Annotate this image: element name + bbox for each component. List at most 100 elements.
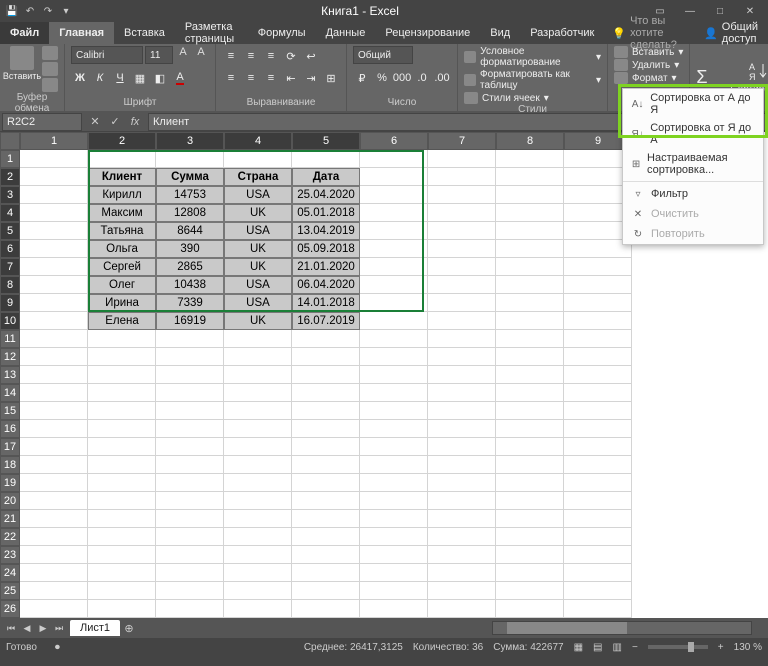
- cell[interactable]: [156, 420, 224, 438]
- cell[interactable]: [496, 294, 564, 312]
- cell[interactable]: 7339: [156, 294, 224, 312]
- cell[interactable]: [564, 384, 632, 402]
- cell[interactable]: [20, 204, 88, 222]
- cell[interactable]: [360, 312, 428, 330]
- cell[interactable]: USA: [224, 276, 292, 294]
- row-header[interactable]: 2: [0, 168, 20, 186]
- cell[interactable]: [428, 564, 496, 582]
- cell[interactable]: [20, 600, 88, 618]
- cell[interactable]: 13.04.2019: [292, 222, 360, 240]
- align-middle-icon[interactable]: ≡: [242, 48, 260, 64]
- underline-button[interactable]: Ч: [111, 70, 129, 86]
- cell[interactable]: [292, 402, 360, 420]
- cell[interactable]: [156, 546, 224, 564]
- cell[interactable]: [496, 204, 564, 222]
- cell[interactable]: [360, 294, 428, 312]
- cell[interactable]: [564, 492, 632, 510]
- cell[interactable]: [88, 582, 156, 600]
- row-header[interactable]: 11: [0, 330, 20, 348]
- cell[interactable]: 390: [156, 240, 224, 258]
- cell[interactable]: [360, 168, 428, 186]
- cell[interactable]: [496, 456, 564, 474]
- cell[interactable]: [20, 438, 88, 456]
- tab-page-layout[interactable]: Разметка страницы: [175, 22, 248, 44]
- zoom-level[interactable]: 130 %: [734, 642, 762, 653]
- cell[interactable]: [496, 330, 564, 348]
- maximize-icon[interactable]: □: [706, 2, 734, 20]
- cell[interactable]: [292, 456, 360, 474]
- select-all-corner[interactable]: [0, 132, 20, 150]
- cell[interactable]: [564, 474, 632, 492]
- cell[interactable]: [428, 222, 496, 240]
- close-icon[interactable]: ✕: [736, 2, 764, 20]
- cell[interactable]: [20, 582, 88, 600]
- cell[interactable]: [496, 582, 564, 600]
- border-icon[interactable]: ▦: [131, 70, 149, 86]
- cell[interactable]: [156, 510, 224, 528]
- paste-button[interactable]: Вставить: [6, 46, 38, 81]
- cell[interactable]: [360, 474, 428, 492]
- redo-icon[interactable]: ↷: [40, 3, 56, 19]
- cell[interactable]: [224, 438, 292, 456]
- indent-dec-icon[interactable]: ⇤: [282, 70, 300, 86]
- cell[interactable]: [20, 528, 88, 546]
- row-header[interactable]: 26: [0, 600, 20, 618]
- cell[interactable]: 06.04.2020: [292, 276, 360, 294]
- cell[interactable]: [224, 582, 292, 600]
- grow-font-icon[interactable]: A: [175, 46, 191, 64]
- cell[interactable]: [20, 168, 88, 186]
- cell[interactable]: UK: [224, 312, 292, 330]
- number-format[interactable]: Общий: [353, 46, 413, 64]
- row-header[interactable]: 12: [0, 348, 20, 366]
- col-header[interactable]: 1: [20, 132, 88, 150]
- insert-cells-button[interactable]: Вставить▾: [614, 46, 683, 58]
- save-icon[interactable]: 💾: [4, 3, 20, 19]
- cell[interactable]: [564, 312, 632, 330]
- row-header[interactable]: 9: [0, 294, 20, 312]
- cell[interactable]: [564, 510, 632, 528]
- row-header[interactable]: 4: [0, 204, 20, 222]
- cell[interactable]: [224, 384, 292, 402]
- cell[interactable]: [292, 366, 360, 384]
- fx-icon[interactable]: fx: [126, 114, 144, 130]
- cell[interactable]: [564, 402, 632, 420]
- cell[interactable]: [88, 456, 156, 474]
- cell[interactable]: [428, 240, 496, 258]
- menu-sort-az[interactable]: А↓ Сортировка от А до Я: [623, 89, 763, 119]
- cell[interactable]: [20, 384, 88, 402]
- row-header[interactable]: 5: [0, 222, 20, 240]
- col-header[interactable]: 8: [496, 132, 564, 150]
- cell[interactable]: [156, 330, 224, 348]
- menu-sort-za[interactable]: Я↓ Сортировка от Я до А: [623, 119, 763, 149]
- cell[interactable]: [496, 420, 564, 438]
- dec-decimal-icon[interactable]: .00: [433, 70, 451, 86]
- row-header[interactable]: 14: [0, 384, 20, 402]
- cond-format-button[interactable]: Условное форматирование▾: [464, 46, 601, 68]
- cell[interactable]: [156, 366, 224, 384]
- cell[interactable]: [428, 348, 496, 366]
- wrap-text-icon[interactable]: ↩: [302, 48, 320, 64]
- cell[interactable]: 12808: [156, 204, 224, 222]
- cell[interactable]: [224, 330, 292, 348]
- cell[interactable]: [360, 258, 428, 276]
- cell[interactable]: [292, 438, 360, 456]
- cell[interactable]: [564, 582, 632, 600]
- cell[interactable]: [156, 600, 224, 618]
- cell[interactable]: [360, 420, 428, 438]
- bold-button[interactable]: Ж: [71, 70, 89, 86]
- cell[interactable]: 10438: [156, 276, 224, 294]
- cell[interactable]: [292, 150, 360, 168]
- cell[interactable]: 14753: [156, 186, 224, 204]
- tab-insert[interactable]: Вставка: [114, 22, 175, 44]
- currency-icon[interactable]: ₽: [353, 70, 371, 86]
- cell[interactable]: [88, 564, 156, 582]
- cell[interactable]: [224, 564, 292, 582]
- cell[interactable]: [564, 564, 632, 582]
- cell[interactable]: Ольга: [88, 240, 156, 258]
- cell[interactable]: [496, 546, 564, 564]
- cell[interactable]: [20, 456, 88, 474]
- col-header[interactable]: 4: [224, 132, 292, 150]
- zoom-out-icon[interactable]: −: [632, 642, 638, 653]
- cell[interactable]: [564, 348, 632, 366]
- cell[interactable]: [156, 528, 224, 546]
